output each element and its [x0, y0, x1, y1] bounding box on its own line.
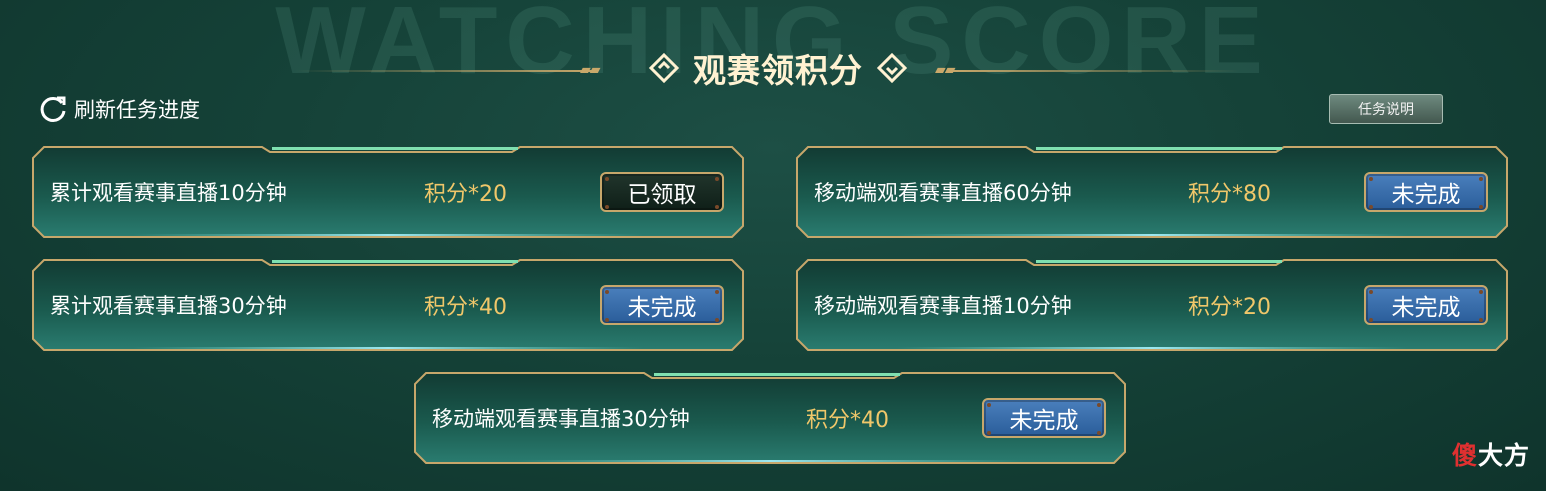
- task-info-button[interactable]: 任务说明: [1329, 94, 1443, 124]
- task-card: 累计观看赛事直播10分钟 积分*20 已领取: [32, 146, 744, 238]
- diamond-swirl-icon: [877, 53, 907, 83]
- watermark-first-char: 傻: [1452, 441, 1479, 470]
- task-card: 累计观看赛事直播30分钟 积分*40 未完成: [32, 259, 744, 351]
- task-description: 移动端观看赛事直播60分钟: [814, 181, 1072, 205]
- rivet-decoration: [715, 205, 719, 209]
- rivet-decoration: [605, 318, 609, 322]
- rivet-decoration: [605, 177, 609, 181]
- task-points: 积分*20: [424, 182, 507, 207]
- rivet-decoration: [605, 205, 609, 209]
- incomplete-status-button[interactable]: 未完成: [600, 285, 724, 325]
- rivet-decoration: [1369, 290, 1373, 294]
- rivet-decoration: [1369, 205, 1373, 209]
- incomplete-status-button[interactable]: 未完成: [982, 398, 1106, 438]
- header-left-line: [295, 70, 595, 72]
- task-points: 积分*20: [1188, 295, 1271, 320]
- task-description: 累计观看赛事直播30分钟: [50, 294, 287, 318]
- rivet-decoration: [715, 318, 719, 322]
- page-title: 观赛领积分: [693, 51, 863, 90]
- page-header: ▰▰ 观赛领积分 ▰▰: [0, 40, 1546, 96]
- task-card: 移动端观看赛事直播10分钟 积分*20 未完成: [796, 259, 1508, 351]
- task-card: 移动端观看赛事直播60分钟 积分*80 未完成: [796, 146, 1508, 238]
- rivet-decoration: [715, 177, 719, 181]
- watermark-rest: 大方: [1478, 441, 1531, 470]
- rivet-decoration: [1479, 177, 1483, 181]
- rivet-decoration: [1097, 431, 1101, 435]
- rivet-decoration: [1479, 290, 1483, 294]
- task-description: 累计观看赛事直播10分钟: [50, 181, 287, 205]
- task-description: 移动端观看赛事直播30分钟: [432, 407, 690, 431]
- task-points: 积分*40: [424, 295, 507, 320]
- watermark-logo: 傻大方: [1452, 436, 1530, 472]
- header-right-line: [950, 70, 1240, 72]
- rivet-decoration: [715, 290, 719, 294]
- rivet-decoration: [1369, 177, 1373, 181]
- task-card: 移动端观看赛事直播30分钟 积分*40 未完成: [414, 372, 1126, 464]
- refresh-label: 刷新任务进度: [74, 98, 200, 122]
- rivet-decoration: [987, 403, 991, 407]
- claimed-status-button[interactable]: 已领取: [600, 172, 724, 212]
- rivet-decoration: [987, 431, 991, 435]
- incomplete-status-button[interactable]: 未完成: [1364, 172, 1488, 212]
- task-points: 积分*80: [1188, 182, 1271, 207]
- title-group: 观赛领积分: [636, 44, 920, 92]
- header-left-ornament: ▰▰: [580, 62, 601, 78]
- task-points: 积分*40: [806, 408, 889, 433]
- rivet-decoration: [1479, 318, 1483, 322]
- rivet-decoration: [1097, 403, 1101, 407]
- task-description: 移动端观看赛事直播10分钟: [814, 294, 1072, 318]
- rivet-decoration: [605, 290, 609, 294]
- refresh-icon: [40, 96, 66, 122]
- refresh-progress-button[interactable]: 刷新任务进度: [38, 94, 200, 124]
- rivet-decoration: [1369, 318, 1373, 322]
- incomplete-status-button[interactable]: 未完成: [1364, 285, 1488, 325]
- diamond-swirl-icon: [649, 53, 679, 83]
- rivet-decoration: [1479, 205, 1483, 209]
